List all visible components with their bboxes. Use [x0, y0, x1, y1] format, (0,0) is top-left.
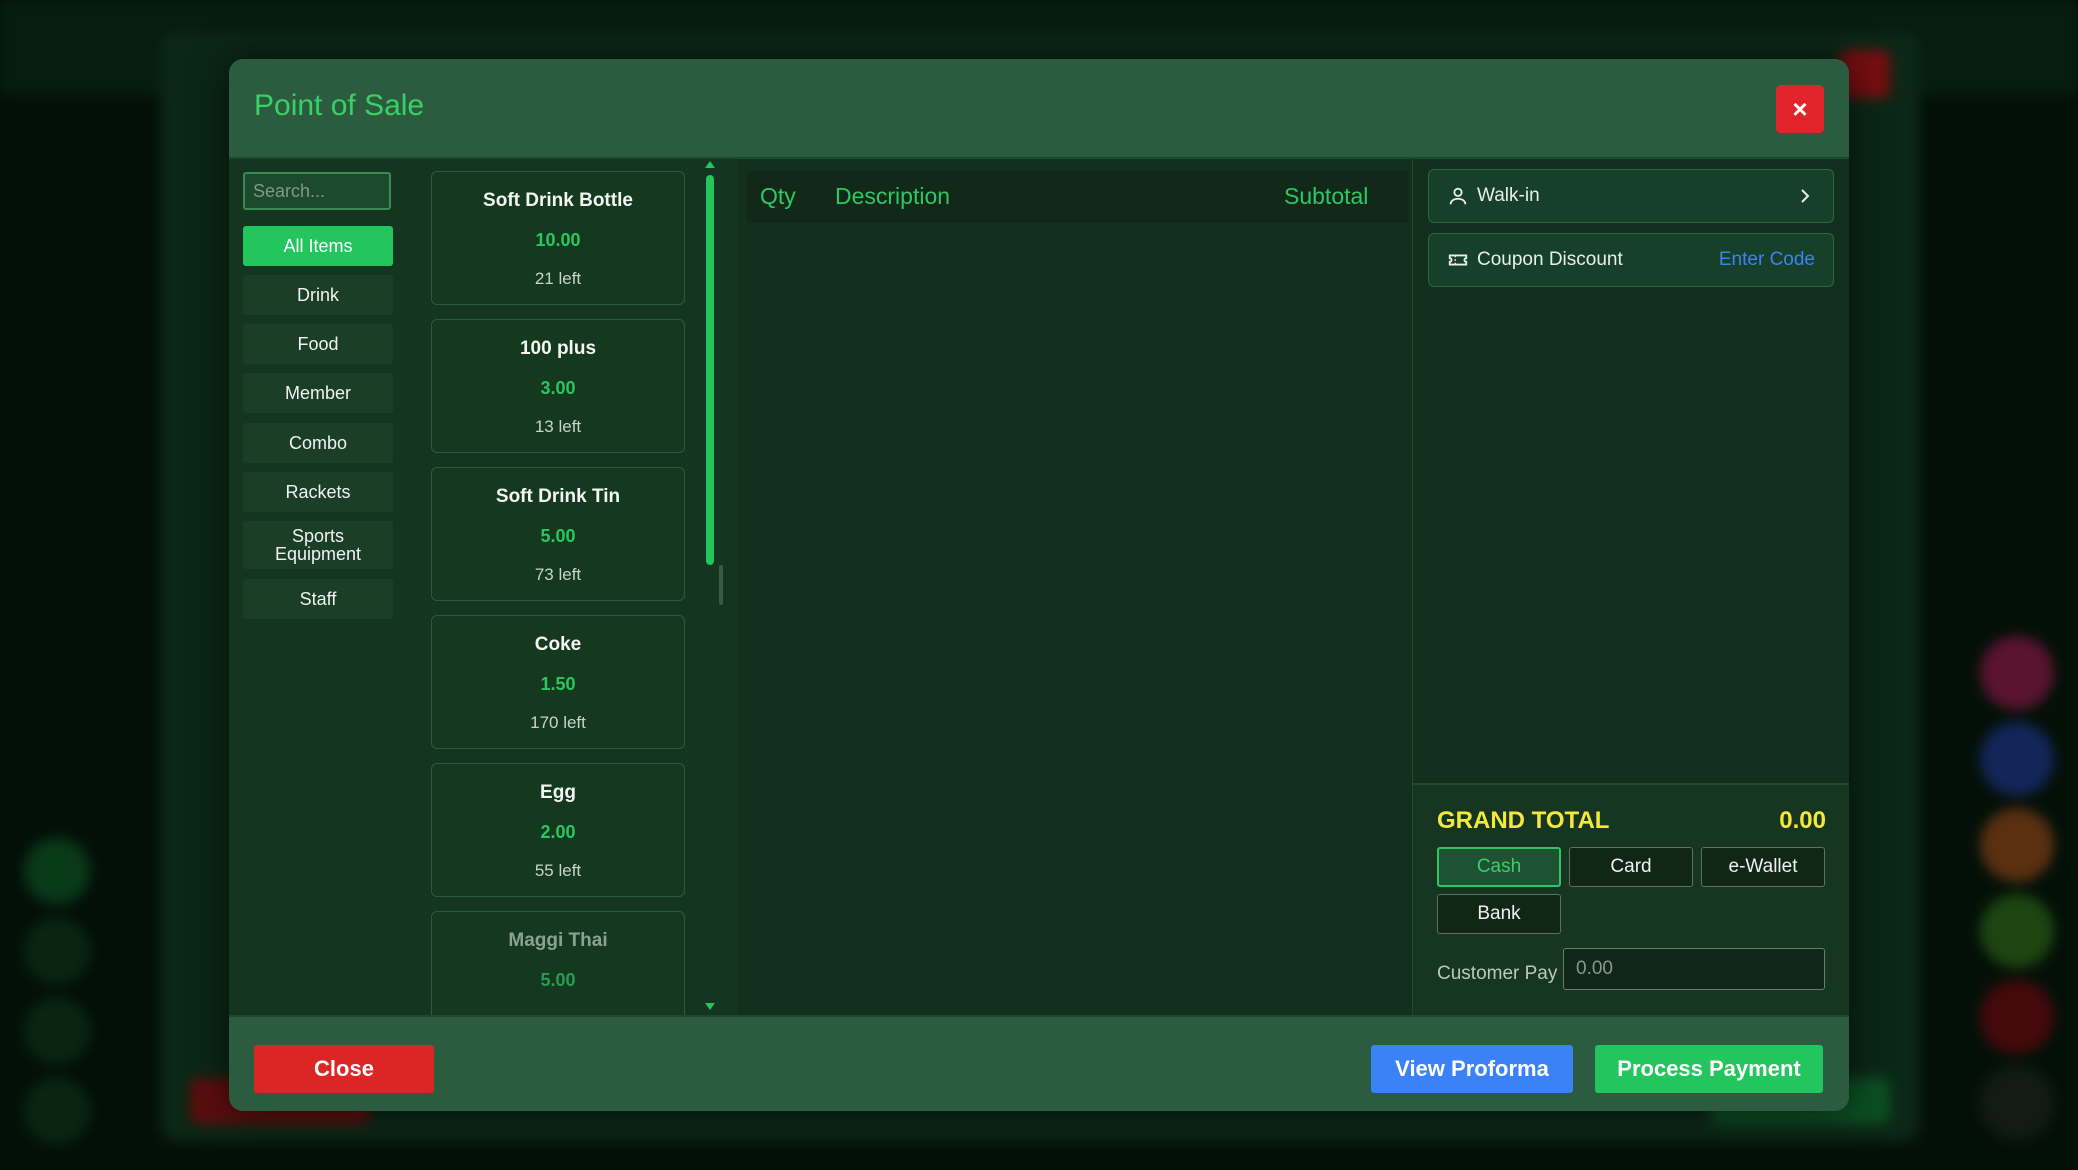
payment-bank-button[interactable]: Bank [1437, 894, 1561, 934]
enter-code-link[interactable]: Enter Code [1719, 249, 1815, 271]
chevron-right-icon [1801, 189, 1810, 203]
category-sports-equipment[interactable]: Sports Equipment [243, 521, 393, 569]
payment-ewallet-button[interactable]: e-Wallet [1701, 847, 1825, 887]
category-drink[interactable]: Drink [243, 275, 393, 315]
scroll-down-arrow-icon[interactable] [705, 1003, 715, 1010]
modal-footer: Close View Proforma Process Payment [229, 1015, 1849, 1111]
scroll-up-arrow-icon[interactable] [705, 161, 715, 168]
product-card[interactable]: Egg 2.00 55 left [431, 763, 685, 897]
product-price: 3.00 [540, 378, 576, 398]
customer-pay-input[interactable] [1563, 948, 1825, 990]
ticket-icon [1448, 254, 1468, 266]
product-card[interactable]: Soft Drink Bottle 10.00 21 left [431, 171, 685, 305]
category-staff[interactable]: Staff [243, 579, 393, 619]
cart-header-qty: Qty [760, 183, 796, 209]
product-name: 100 plus [519, 338, 597, 359]
search-input[interactable] [243, 172, 391, 210]
modal-header: Point of Sale × [229, 59, 1849, 159]
category-combo[interactable]: Combo [243, 423, 393, 463]
product-name: Egg [540, 782, 576, 803]
resize-handle[interactable] [719, 565, 723, 605]
close-x-button[interactable]: × [1776, 85, 1824, 133]
close-icon: × [1792, 93, 1808, 124]
product-grid: Soft Drink Bottle 10.00 21 left 100 plus… [409, 159, 729, 1073]
customer-pay-label: Customer Pay [1437, 963, 1558, 984]
cart-header-description: Description [835, 183, 951, 209]
product-name: Soft Drink Bottle [483, 190, 633, 211]
product-stock: 170 left [530, 713, 586, 732]
customer-label: Walk-in [1477, 185, 1540, 206]
product-stock: 21 left [534, 269, 582, 288]
product-price: 10.00 [535, 230, 581, 250]
category-food[interactable]: Food [243, 324, 393, 364]
coupon-label: Coupon Discount [1477, 249, 1623, 270]
product-name: Coke [534, 634, 582, 655]
product-card[interactable]: Soft Drink Tin 5.00 73 left [431, 467, 685, 601]
product-price: 2.00 [540, 822, 576, 842]
cart-panel: Qty Description Subtotal [737, 159, 1412, 1073]
cart-table-header: Qty Description Subtotal [747, 171, 1409, 223]
category-sidebar: All Items Drink Food Member Combo Racket… [229, 159, 410, 1073]
close-button[interactable]: Close [254, 1045, 434, 1093]
payment-card-button[interactable]: Card [1569, 847, 1693, 887]
product-stock: 73 left [534, 565, 582, 584]
product-stock: 55 left [534, 861, 582, 880]
pos-modal: Point of Sale × All Items Drink Food Mem… [229, 59, 1849, 1111]
category-member[interactable]: Member [243, 373, 393, 413]
product-price: 5.00 [540, 970, 576, 990]
process-payment-button[interactable]: Process Payment [1595, 1045, 1823, 1093]
product-card[interactable]: Coke 1.50 170 left [431, 615, 685, 749]
user-icon [1449, 187, 1467, 205]
view-proforma-button[interactable]: View Proforma [1371, 1045, 1573, 1093]
checkout-panel: Walk-in Coupon Discount Enter Code GRAND… [1412, 159, 1849, 1075]
coupon-row: Coupon Discount Enter Code [1428, 233, 1834, 287]
modal-title: Point of Sale [254, 89, 425, 122]
payment-cash-button[interactable]: Cash [1437, 847, 1561, 887]
grand-total-label: GRAND TOTAL [1437, 807, 1610, 834]
product-name: Soft Drink Tin [495, 486, 621, 507]
product-scrollbar-thumb[interactable] [706, 175, 714, 565]
cart-header-subtotal: Subtotal [1284, 183, 1369, 209]
product-name: Maggi Thai [508, 930, 608, 951]
category-all-items[interactable]: All Items [243, 226, 393, 266]
grand-total-value: 0.00 [1779, 807, 1826, 834]
product-price: 1.50 [540, 674, 576, 694]
product-price: 5.00 [540, 526, 576, 546]
category-rackets[interactable]: Rackets [243, 472, 393, 512]
product-stock: 13 left [534, 417, 582, 436]
customer-selector[interactable]: Walk-in [1428, 169, 1834, 223]
product-card[interactable]: 100 plus 3.00 13 left [431, 319, 685, 453]
